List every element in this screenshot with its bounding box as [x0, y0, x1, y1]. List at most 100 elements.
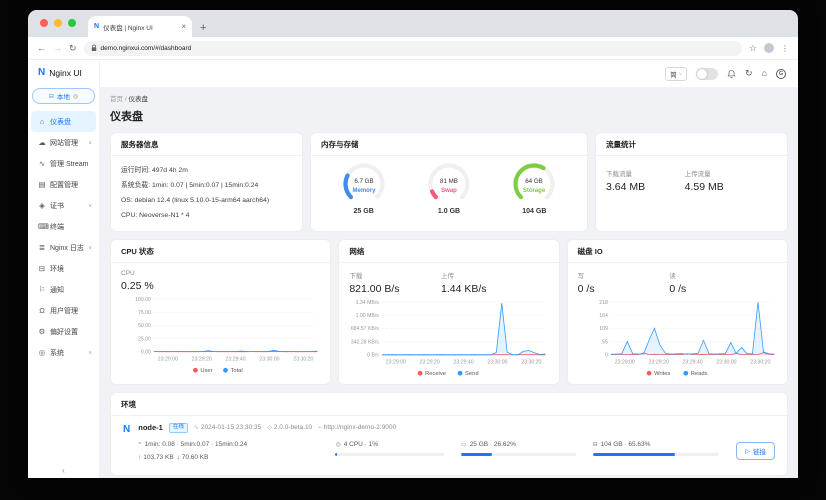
chevron-down-icon: ∨: [88, 349, 92, 356]
restart-icon[interactable]: ↻: [745, 69, 753, 78]
sidebar-item[interactable]: ⚙ 偏好设置: [31, 321, 96, 342]
svg-text:1.00 MB/s: 1.00 MB/s: [356, 313, 380, 319]
swap-gauge: 81 MB Swap 1.0 GB: [425, 160, 473, 215]
breadcrumb-home[interactable]: 首页: [110, 96, 123, 103]
sidebar-item[interactable]: ⌂ 仪表盘: [31, 111, 96, 132]
node-net-up: ↑ 103.73 KB: [138, 453, 174, 461]
node-memory-text: ▭ 25 GB · 26.62%: [461, 440, 516, 448]
svg-text:0.00: 0.00: [141, 350, 151, 356]
theme-toggle[interactable]: [696, 67, 719, 80]
dashboard-icon: ⌂: [39, 117, 45, 126]
sidebar-item[interactable]: ▤ 配置管理: [31, 174, 96, 195]
reload-icon[interactable]: ↻: [69, 43, 77, 54]
breadcrumb-current: 仪表盘: [128, 96, 148, 103]
svg-text:109: 109: [599, 326, 608, 332]
svg-text:23:30:00: 23:30:00: [259, 356, 279, 362]
cpu-stat-value: 0.25 %: [121, 280, 154, 292]
environment-switcher[interactable]: ⊟ 本地 ◎: [32, 88, 95, 104]
environment-icon: ⊟: [38, 264, 46, 273]
cpu-icon: ◎: [335, 441, 341, 448]
node-url[interactable]: ⌁ http://nginx-demo-2:9000: [318, 424, 396, 431]
disk-io-card-title: 磁盘 IO: [567, 240, 787, 263]
sidebar-item[interactable]: ⚐ 通知: [31, 279, 96, 300]
svg-text:75.00: 75.00: [138, 310, 151, 316]
brand[interactable]: N Nginx UI: [28, 60, 99, 85]
server-info-title: 服务器信息: [111, 133, 302, 156]
notification-bell-icon[interactable]: [727, 69, 736, 79]
download-traffic-value: 3.64 MB: [606, 181, 646, 193]
svg-text:23:29:00: 23:29:00: [614, 359, 634, 365]
tab-close-icon[interactable]: ×: [181, 22, 186, 31]
browser-avatar[interactable]: [764, 43, 774, 53]
breadcrumb: 首页 / 仪表盘: [110, 93, 788, 103]
minimize-window-button[interactable]: [54, 19, 62, 27]
chart-icon: ≈: [138, 441, 142, 447]
new-tab-button[interactable]: +: [200, 22, 206, 34]
address-bar[interactable]: demo.nginxui.com/#/dashboard: [83, 40, 742, 56]
github-icon[interactable]: G: [776, 68, 786, 79]
brand-name: Nginx UI: [49, 67, 82, 78]
forward-icon[interactable]: →: [53, 43, 62, 53]
toggle-knob: [697, 68, 708, 79]
node-load-avg: ≈1min: 0.08 · 5min:0.07 · 15min:0.24: [138, 440, 248, 448]
sidebar-item[interactable]: ⊟ 环境: [31, 258, 96, 279]
sidebar-item-label: 仪表盘: [50, 118, 71, 126]
server-icon: ⊟: [48, 93, 54, 100]
node-title-line: node-1 在线 ∿ 2024-01-15 23:30:35 ◇ 2.0.0-be…: [138, 423, 775, 433]
network-card-title: 网络: [339, 240, 559, 263]
gauge-total: 25 GB: [353, 208, 374, 215]
svg-text:Swap: Swap: [441, 188, 457, 194]
sidebar-item[interactable]: ☁ 网站管理 ∨: [31, 132, 96, 153]
back-icon[interactable]: ←: [37, 43, 46, 53]
language-select[interactable]: 简 ∨: [665, 66, 688, 81]
node-stats: ≈1min: 0.08 · 5min:0.07 · 15min:0.24 ↑ 1…: [138, 441, 775, 461]
language-select-value: 简: [670, 71, 677, 79]
svg-text:684.57 KB/s: 684.57 KB/s: [351, 326, 380, 332]
storage-gauge: 64 GB Storage 104 GB: [510, 160, 558, 215]
connect-button[interactable]: ▷ 链接: [736, 441, 775, 460]
browser-tab[interactable]: N 仪表盘 | Nginx UI ×: [88, 16, 192, 37]
node-logo: N: [123, 424, 131, 435]
sidebar-item-label: 证书: [50, 202, 64, 210]
sidebar-item[interactable]: ◈ 证书 ∨: [31, 195, 96, 216]
sidebar-item[interactable]: ≣ Nginx 日志 ∨: [31, 237, 96, 258]
page-title: 仪表盘: [110, 111, 143, 123]
sidebar-item-label: 终端: [50, 223, 64, 231]
svg-text:23:30:00: 23:30:00: [488, 359, 508, 365]
memory-storage-body: 6.7 GB Memory 25 GB 81 MB Swap 1.0 GB 64 GB Sto…: [311, 156, 587, 222]
manage-env-icon[interactable]: ◎: [73, 93, 78, 100]
svg-text:342.28 KB/s: 342.28 KB/s: [351, 339, 380, 345]
breadcrumb-separator: /: [124, 96, 127, 103]
notification-icon: ⚐: [38, 285, 46, 294]
svg-text:Reads: Reads: [690, 371, 707, 377]
home-icon[interactable]: ⌂: [762, 69, 767, 78]
close-window-button[interactable]: [40, 19, 48, 27]
sidebar-item[interactable]: ∿ 管理 Stream: [31, 153, 96, 174]
sidebar-item-label: 环境: [50, 265, 64, 273]
disk-icon: ⊟: [592, 441, 598, 448]
svg-text:55: 55: [602, 339, 608, 345]
cpu-card-body: CPU 0.25 % 0.00 25.00 50.00 75.00 100.00 23:2…: [111, 263, 330, 384]
node-cpu-text: ◎ 4 CPU · 1%: [335, 440, 379, 448]
bookmark-star-icon[interactable]: ☆: [749, 43, 757, 54]
sidebar-item-label: 通知: [50, 286, 64, 294]
tab-strip: N 仪表盘 | Nginx UI × +: [28, 10, 798, 37]
svg-text:23:29:20: 23:29:20: [648, 359, 668, 365]
server-info-body: 运行时间: 497d 4h 2m 系统负载: 1min: 0.07 | 5min:…: [111, 156, 302, 230]
zoom-window-button[interactable]: [68, 19, 76, 27]
environment-switcher-label: 本地: [56, 94, 70, 101]
sidebar-item[interactable]: ◎ 系统 ∨: [31, 342, 96, 363]
sidebar-item[interactable]: Ω 用户管理: [31, 300, 96, 321]
sidebar-collapse-button[interactable]: ‹: [28, 466, 99, 475]
settings-icon: ⚙: [38, 327, 46, 336]
cpu-stat-label: CPU: [121, 270, 135, 277]
cpu-chart: 0.00 25.00 50.00 75.00 100.00 23:29:00 23:29:2…: [121, 294, 320, 380]
sidebar-item[interactable]: ⌨ 终端: [31, 216, 96, 237]
svg-text:164: 164: [599, 313, 608, 319]
svg-text:23:29:20: 23:29:20: [420, 359, 440, 365]
upload-traffic-value: 4.59 MB: [684, 181, 724, 193]
browser-menu-icon[interactable]: ⋮: [781, 44, 789, 53]
download-traffic-label: 下载流量: [606, 171, 632, 178]
disk-read-value: 0 /s: [669, 283, 687, 295]
svg-text:Receive: Receive: [425, 371, 446, 377]
